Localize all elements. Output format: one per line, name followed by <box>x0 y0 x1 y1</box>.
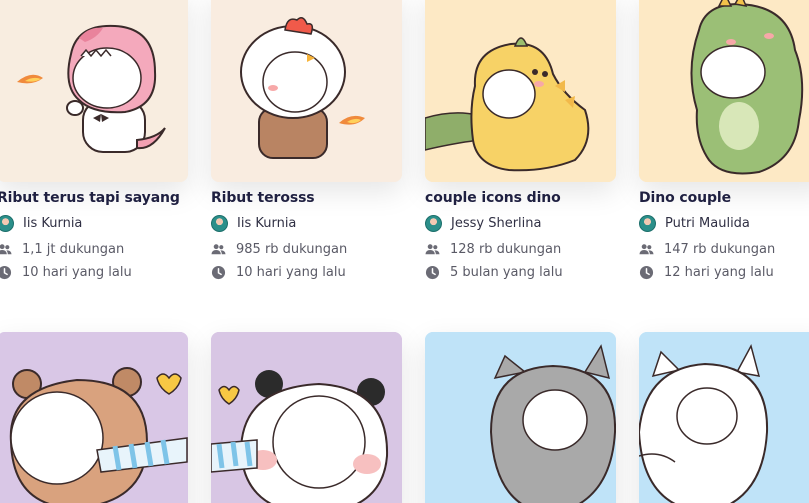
creator-name[interactable]: Putri Maulida <box>665 216 750 231</box>
posted-time: 10 hari yang lalu <box>211 265 346 280</box>
template-thumbnail[interactable] <box>211 0 402 182</box>
template-thumbnail[interactable] <box>639 0 809 182</box>
people-icon <box>425 244 440 255</box>
posted-time: 12 hari yang lalu <box>639 265 774 280</box>
template-thumbnail[interactable] <box>0 332 188 503</box>
clock-icon <box>0 265 12 280</box>
clock-icon <box>425 265 440 280</box>
chicken-costume-image <box>211 0 402 182</box>
creator-name[interactable]: Iis Kurnia <box>237 216 296 231</box>
avatar <box>0 215 14 232</box>
grey-cat-image <box>425 332 616 503</box>
creator-name[interactable]: Jessy Sherlina <box>451 216 541 231</box>
posted-time: 5 bulan yang lalu <box>425 265 563 280</box>
clock-icon <box>639 265 654 280</box>
template-thumbnail[interactable] <box>211 332 402 503</box>
template-title[interactable]: couple icons dino <box>425 190 561 206</box>
white-cat-image <box>639 332 809 503</box>
creator-info[interactable]: Iis Kurnia <box>211 215 296 232</box>
template-thumbnail[interactable] <box>639 332 809 503</box>
yellow-dino-image <box>425 0 616 182</box>
creator-info[interactable]: Iis Kurnia <box>0 215 82 232</box>
template-title[interactable]: Dino couple <box>639 190 731 206</box>
people-icon <box>0 244 12 255</box>
creator-info[interactable]: Jessy Sherlina <box>425 215 541 232</box>
supporters-count: 1,1 jt dukungan <box>0 242 124 257</box>
template-title[interactable]: Ribut terosss <box>211 190 315 206</box>
people-icon <box>211 244 226 255</box>
pink-dino-costume-image <box>0 0 188 182</box>
template-thumbnail[interactable] <box>0 0 188 182</box>
template-thumbnail[interactable] <box>425 332 616 503</box>
avatar <box>425 215 442 232</box>
bear-image <box>0 332 188 503</box>
avatar <box>639 215 656 232</box>
template-gallery: Ribut terus tapi sayang Iis Kurnia 1,1 j… <box>0 0 809 503</box>
supporters-count: 147 rb dukungan <box>639 242 775 257</box>
people-icon <box>639 244 654 255</box>
avatar <box>211 215 228 232</box>
posted-time: 10 hari yang lalu <box>0 265 132 280</box>
template-thumbnail[interactable] <box>425 0 616 182</box>
creator-name[interactable]: Iis Kurnia <box>23 216 82 231</box>
panda-image <box>211 332 402 503</box>
creator-info[interactable]: Putri Maulida <box>639 215 750 232</box>
supporters-count: 128 rb dukungan <box>425 242 561 257</box>
clock-icon <box>211 265 226 280</box>
template-title[interactable]: Ribut terus tapi sayang <box>0 190 180 206</box>
supporters-count: 985 rb dukungan <box>211 242 347 257</box>
green-dino-image <box>639 0 809 182</box>
